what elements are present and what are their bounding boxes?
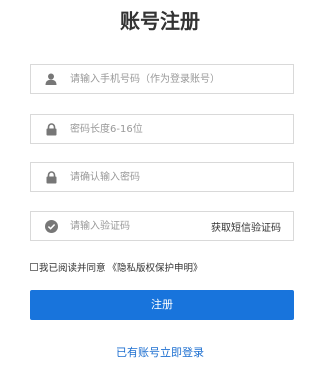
lock-icon xyxy=(44,122,58,136)
lock-icon xyxy=(44,170,58,184)
register-button[interactable]: 注册 xyxy=(30,290,294,320)
check-circle-icon xyxy=(44,219,58,233)
phone-input[interactable] xyxy=(70,65,293,93)
page-title: 账号注册 xyxy=(120,9,200,33)
verification-code-field[interactable]: 获取短信验证码 xyxy=(30,211,294,241)
get-sms-code-button[interactable]: 获取短信验证码 xyxy=(211,219,281,234)
agreement-text: 我已阅读并同意 xyxy=(39,263,106,274)
privacy-policy-link[interactable]: 《隐私版权保护申明》 xyxy=(108,260,203,274)
login-link[interactable]: 已有账号立即登录 xyxy=(0,344,320,360)
agreement-row: 我已阅读并同意 《隐私版权保护申明》 xyxy=(30,260,203,274)
register-page: 账号注册 请输入手机号码（作为登录账号） 请输入验证码 获取短信验证码 我已阅读… xyxy=(0,0,320,376)
user-icon xyxy=(44,72,58,86)
phone-field[interactable] xyxy=(30,64,294,94)
password-input[interactable] xyxy=(70,115,293,143)
confirm-password-input[interactable] xyxy=(70,163,293,191)
verification-code-input[interactable] xyxy=(70,212,211,240)
password-field[interactable] xyxy=(30,114,294,144)
agreement-checkbox[interactable] xyxy=(30,263,38,271)
confirm-password-field[interactable] xyxy=(30,162,294,192)
